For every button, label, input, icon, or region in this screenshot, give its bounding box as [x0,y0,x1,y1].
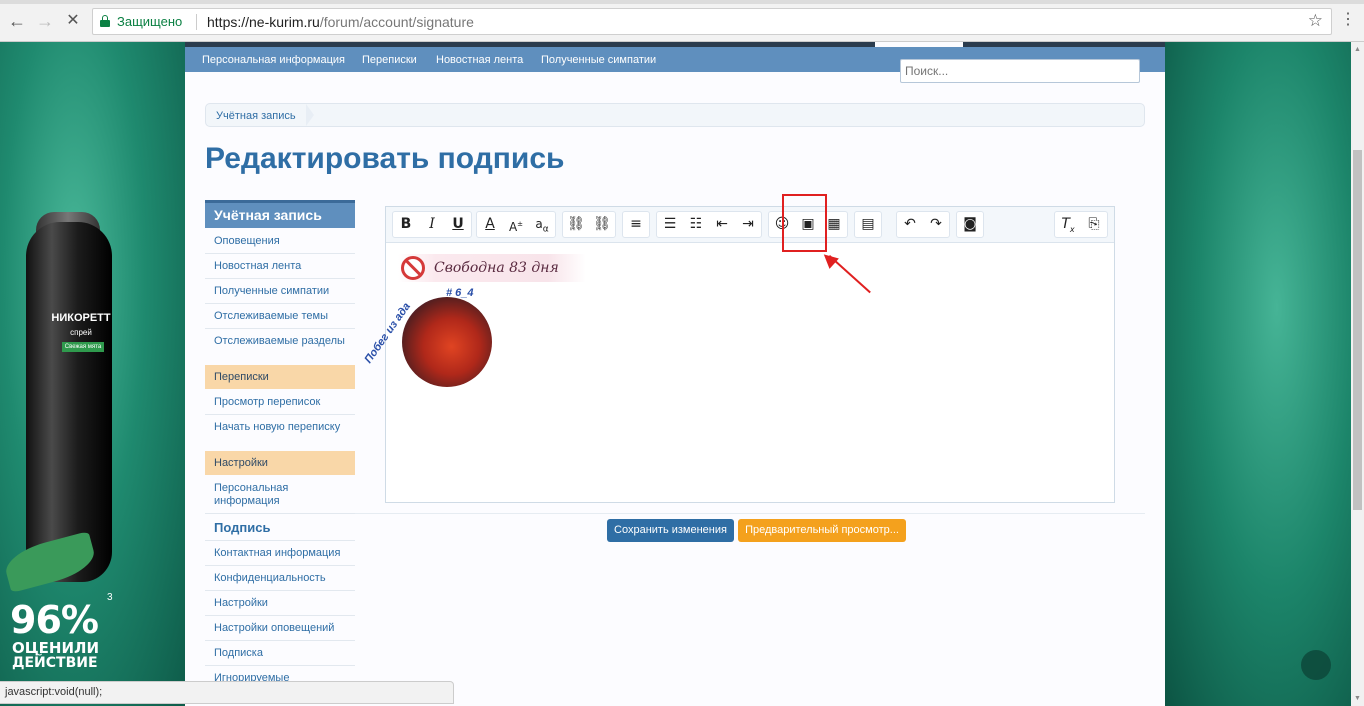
bold-icon[interactable]: B [393,212,419,237]
sidebar-item-alerts[interactable]: Оповещения [214,235,280,248]
stop-icon[interactable]: ✕ [62,10,84,32]
sidebar-item-view-conversations[interactable]: Просмотр переписок [214,396,320,409]
ad-superscript: 3 [107,592,113,603]
address-bar[interactable]: Защищено https://ne-kurim.ru/forum/accou… [92,8,1332,35]
bullet-list-icon[interactable]: ☰ [657,212,683,237]
right-background [1165,42,1351,706]
breadcrumb: Учётная запись [205,103,1145,127]
tab-strip [0,0,1364,4]
remove-format-icon[interactable]: Tx [1055,212,1081,237]
url-text[interactable]: https://ne-kurim.ru/forum/account/signat… [207,14,474,30]
italic-icon[interactable]: I [419,212,445,237]
ad-product-name: НИКОРЕТТ [51,312,111,324]
browser-menu-icon[interactable]: ⋮ [1340,9,1356,31]
scroll-down-icon[interactable]: ▼ [1354,695,1361,702]
unlink-icon[interactable]: ⛓ [589,212,615,237]
sidebar-item-news-feed[interactable]: Новостная лента [214,260,301,273]
underline-icon[interactable]: U [445,212,471,237]
status-bar: javascript:void(null); [0,681,454,704]
redo-icon[interactable]: ↷ [923,212,949,237]
signature-editor[interactable]: B I U A A± aα ⛓ ⛓ ≡ ☰ ☷ ⇤ ⇥ ☺ ▣ ▦ ▤ ↶ ↷ … [362,206,1115,503]
save-button[interactable]: Сохранить изменения [607,519,734,542]
sidebar-item-preferences[interactable]: Настройки [214,597,268,610]
editor-toolbar: B I U A A± aα ⛓ ⛓ ≡ ☰ ☷ ⇤ ⇥ ☺ ▣ ▦ ▤ ↶ ↷ … [386,207,1114,243]
sidebar-item-contact-details[interactable]: Контактная информация [214,547,340,560]
indent-icon[interactable]: ⇥ [735,212,761,237]
font-size-icon[interactable]: A± [503,212,529,237]
spray-product-image [26,222,112,582]
page-scrollbar[interactable]: ▲ ▼ [1351,42,1364,706]
preview-button[interactable]: Предварительный просмотр... [738,519,906,542]
ad-percent: 96% [10,598,99,642]
nav-likes-received[interactable]: Полученные симпатии [541,54,656,66]
scroll-thumb[interactable] [1353,150,1362,510]
secure-label: Защищено [117,14,183,29]
forum-page: Персональная информация Переписки Новост… [185,42,1165,706]
floating-button[interactable] [1301,650,1331,680]
scroll-up-icon[interactable]: ▲ [1354,46,1361,53]
sidebar-item-start-conversation[interactable]: Начать новую переписку [214,421,340,434]
ad-product-sub: спрей [70,328,92,337]
sidebar-item-watched-forums[interactable]: Отслеживаемые разделы [214,335,345,348]
toggle-bbcode-icon[interactable]: ⎘ [1081,212,1107,237]
text-color-icon[interactable]: A [477,212,503,237]
bookmark-star-icon[interactable]: ☆ [1308,11,1323,31]
quote-icon[interactable]: ▤ [855,212,881,237]
nav-personal-info[interactable]: Персональная информация [202,54,345,66]
sidebar-section-conversations[interactable]: Переписки [205,365,355,389]
back-icon[interactable]: ← [6,10,28,32]
browser-toolbar: ← → ✕ Защищено https://ne-kurim.ru/forum… [0,0,1364,42]
image-button-highlight [782,194,827,252]
align-icon[interactable]: ≡ [623,212,649,237]
page-title: Редактировать подпись [205,142,565,175]
sidebar-item-privacy[interactable]: Конфиденциальность [214,572,326,585]
sidebar-item-upgrades[interactable]: Подписка [214,647,263,660]
left-advertisement[interactable]: НИКОРЕТТ спрей Свежая мята 96% 3 ОЦЕНИЛИ… [0,42,185,706]
sidebar-header[interactable]: Учётная запись [205,200,355,228]
forward-icon[interactable]: → [34,10,56,32]
devil-badge-image [402,297,492,387]
ad-badge: Свежая мята [62,342,104,352]
lock-icon [100,15,110,27]
sidebar-item-personal-info[interactable]: Персональная информация [214,482,288,508]
badge-number: # 6_4 [446,287,474,299]
camera-icon[interactable]: ◙ [957,212,983,237]
nav-news-feed[interactable]: Новостная лента [436,54,523,66]
breadcrumb-account[interactable]: Учётная запись [216,110,296,122]
sidebar-item-likes[interactable]: Полученные симпатии [214,285,329,298]
outdent-icon[interactable]: ⇤ [709,212,735,237]
sidebar-section-settings[interactable]: Настройки [205,451,355,475]
undo-icon[interactable]: ↶ [897,212,923,237]
search-input[interactable] [900,59,1140,83]
sidebar-item-alert-preferences[interactable]: Настройки оповещений [214,622,334,635]
sidebar-item-watched-threads[interactable]: Отслеживаемые темы [214,310,328,323]
sidebar-item-signature[interactable]: Подпись [214,520,270,535]
numbered-list-icon[interactable]: ☷ [683,212,709,237]
mint-leaf-image [1,531,99,593]
link-icon[interactable]: ⛓ [563,212,589,237]
no-smoking-icon [401,256,425,280]
nav-conversations[interactable]: Переписки [362,54,417,66]
ad-line2: ДЕЙСТВИЕ [12,655,98,671]
signature-text: Свободна 83 дня [434,260,559,276]
font-family-icon[interactable]: aα [529,212,555,237]
